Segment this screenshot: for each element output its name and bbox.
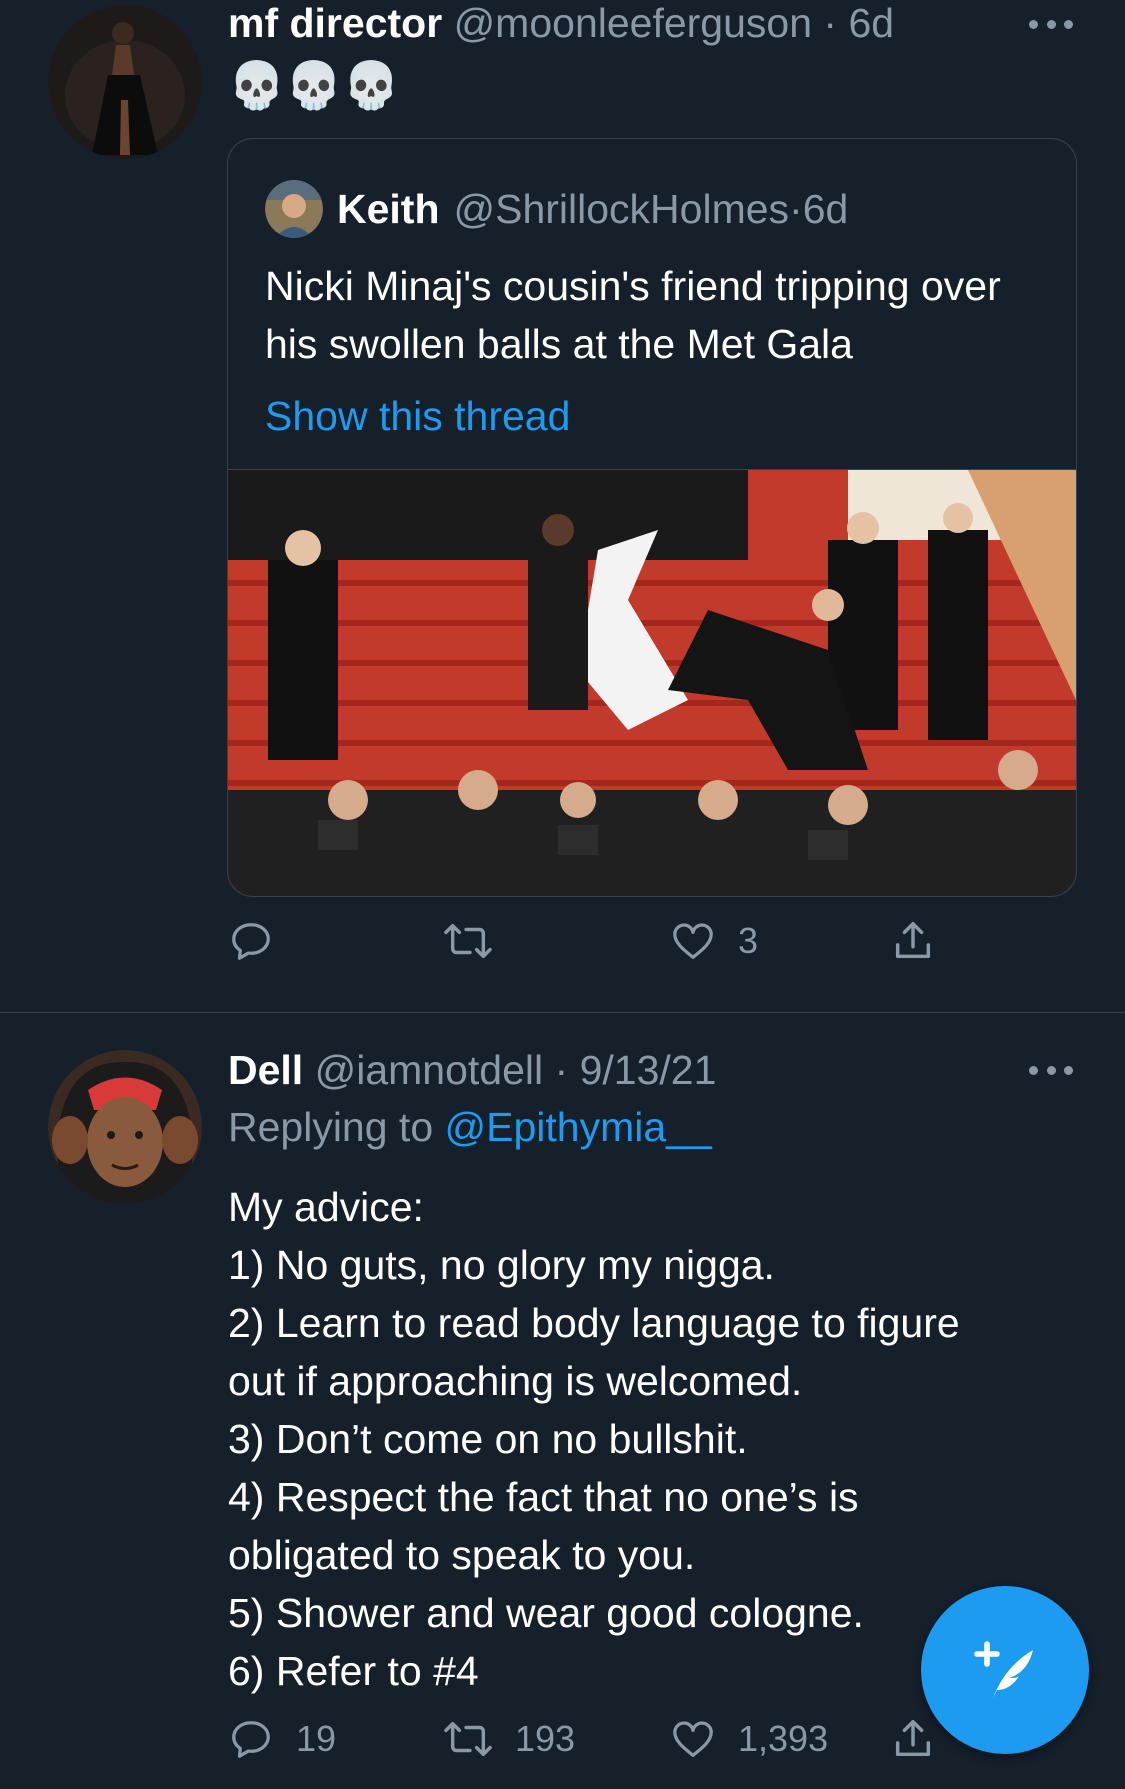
user-handle[interactable]: @ShrillockHolmes [454,184,790,234]
tweet-actions: 3 [228,918,988,978]
avatar[interactable] [265,180,323,238]
display-name[interactable]: Keith [337,184,440,234]
reply-count: 19 [296,1718,337,1759]
separator: · [554,1047,569,1093]
compose-tweet-icon [974,1641,1033,1698]
tweet-text-line: 5) Shower and wear good cologne. [228,1590,864,1636]
like-button[interactable]: 3 [670,918,758,964]
quoted-tweet[interactable]: Keith @ShrillockHolmes · 6d Nicki Minaj'… [227,138,1077,897]
retweet-icon [444,923,492,959]
tweet-text-line: 1) No guts, no glory my nigga. [228,1242,775,1288]
tweet-photo[interactable] [228,469,1076,896]
replying-to-label: Replying to [228,1104,434,1150]
reply-icon [232,1721,270,1758]
quoted-tweet-header: Keith @ShrillockHolmes · 6d [265,180,848,238]
more-icon[interactable] [1029,19,1073,29]
display-name[interactable]: mf director [228,0,442,46]
retweet-count: 193 [515,1718,576,1759]
tweet-text-line: obligated to speak to you. [228,1532,696,1578]
separator: · [823,0,838,46]
share-button[interactable] [890,1716,936,1762]
user-handle[interactable]: @moonleeferguson [454,0,812,46]
tweet-text-line: 4) Respect the fact that no one’s is [228,1474,859,1520]
show-thread-link[interactable]: Show this thread [265,391,570,441]
tweet-header: Dell @iamnotdell · 9/13/21 [228,1045,716,1095]
reply-icon [232,923,270,960]
tweet-text-line: out if approaching is welcomed. [228,1358,803,1404]
timestamp[interactable]: 9/13/21 [580,1047,717,1093]
heart-icon [673,1721,713,1757]
reply-button[interactable] [228,918,296,964]
retweet-button[interactable] [443,918,515,964]
like-count: 1,393 [738,1718,829,1759]
avatar[interactable] [48,5,202,159]
share-icon [895,1720,931,1757]
replying-to-mention[interactable]: @Epithymia__ [445,1104,712,1150]
avatar[interactable] [48,1050,202,1204]
tweet-text: 💀💀💀 [228,59,400,111]
heart-icon [673,923,713,959]
share-button[interactable] [890,918,936,964]
like-button[interactable]: 1,393 [670,1716,828,1762]
timestamp[interactable]: 6d [848,0,894,46]
separator: · [789,186,803,232]
quoted-tweet-text: Nicki Minaj's cousin's friend tripping o… [265,263,1001,367]
compose-tweet-button[interactable] [921,1586,1089,1754]
timestamp[interactable]: 6d [803,184,849,234]
more-icon[interactable] [1029,1065,1073,1075]
tweet-text-line: 2) Learn to read body language to figure [228,1300,960,1346]
retweet-icon [444,1721,492,1757]
replying-to: Replying to @Epithymia__ [228,1102,712,1152]
tweet-text-line: 3) Don’t come on no bullshit. [228,1416,748,1462]
tweet-text-line: My advice: [228,1184,424,1230]
user-handle[interactable]: @iamnotdell [315,1047,544,1093]
tweet-text: My advice: 1) No guts, no glory my nigga… [228,1178,1048,1700]
tweet-header: mf director @moonleeferguson · 6d [228,0,894,48]
display-name[interactable]: Dell [228,1047,303,1093]
reply-button[interactable]: 19 [228,1716,336,1762]
share-icon [895,922,931,959]
tweet-mf-director[interactable]: mf director @moonleeferguson · 6d 💀💀💀 Ke… [0,0,1125,1012]
retweet-button[interactable]: 193 [443,1716,575,1762]
tweet-actions: 19 193 1,393 [228,1716,988,1776]
like-count: 3 [738,920,759,961]
